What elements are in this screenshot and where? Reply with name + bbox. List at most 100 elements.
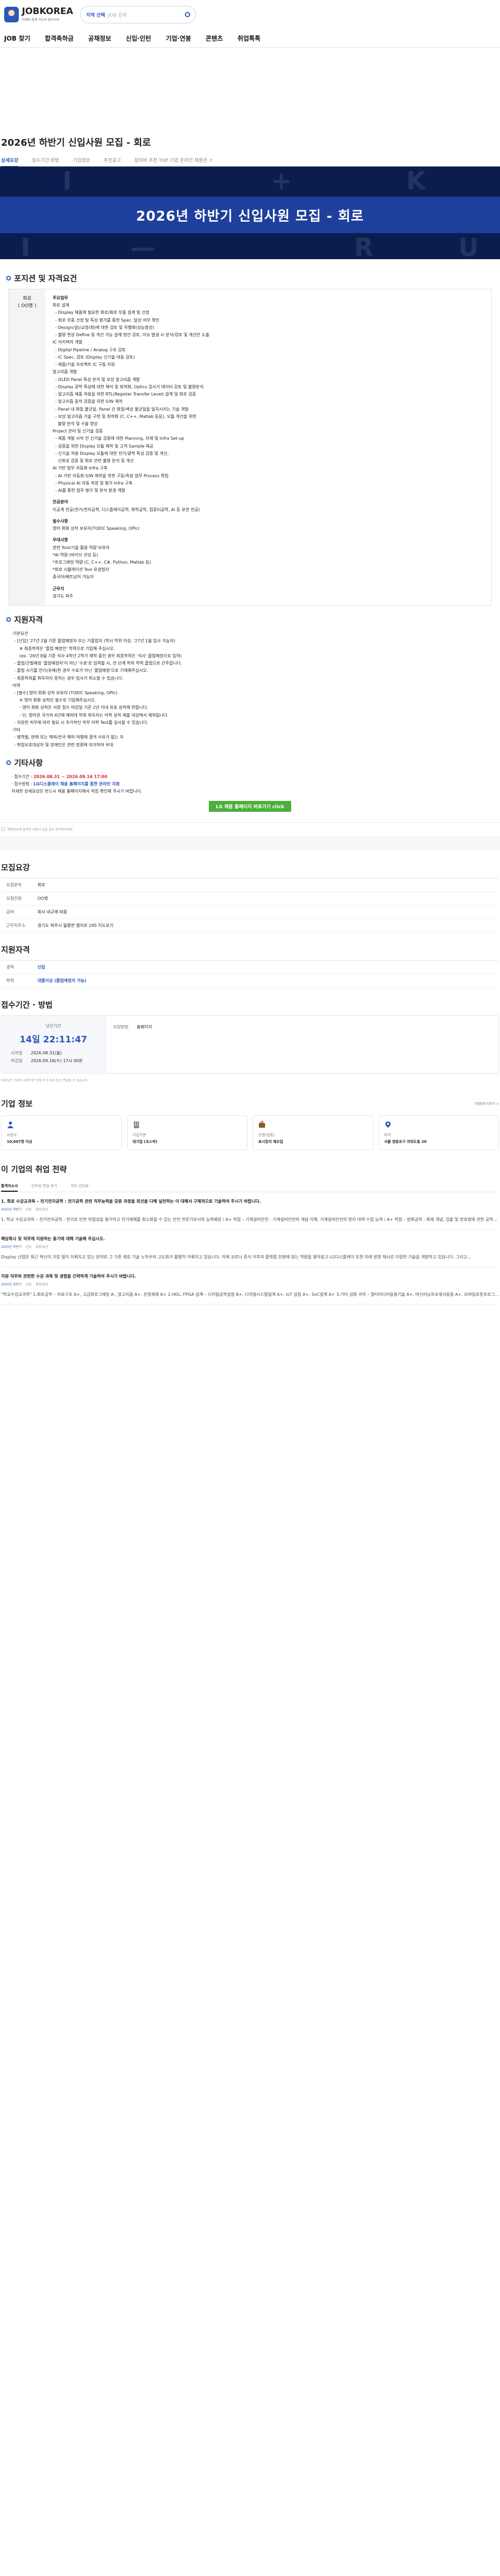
list-line: - Physical AI 자동 측정 및 평가 Infra 구축 xyxy=(53,480,133,486)
divider xyxy=(0,835,500,850)
brand-tagline: 미래와 함께 하우리 잡코리아 xyxy=(22,18,59,22)
nav-item[interactable]: 기업·연봉 xyxy=(166,34,191,43)
list-line: (ex. '26년 8월 기준 석사 4학년 2학기 재학 중인 경우 최종학력… xyxy=(11,653,182,658)
nav-item[interactable]: JOB 찾기 xyxy=(4,34,30,43)
location-select[interactable]: 지역 선택 xyxy=(86,11,105,18)
required-text: 영어 회화 성적 보유자(TOEIC Speaking, OPIc) xyxy=(53,526,140,531)
list-line: - 알고리즘 제품 적용을 위한 RTL(Register Transfer L… xyxy=(53,392,196,397)
preferred-heading: 우대사항 xyxy=(53,538,68,543)
list-line: ※ 영어 회화 성적은 필수로 기입해주십시오. xyxy=(11,698,96,703)
apply-req-row: 경력 신입 xyxy=(1,961,499,974)
strategy-year: 2025년 상반기 xyxy=(1,1282,22,1286)
tab-essay[interactable]: 합격자소서 xyxy=(1,1183,18,1192)
start-date: 2026.08.31(월) xyxy=(31,1050,62,1055)
strategy-level: 신입 xyxy=(26,1282,32,1286)
list-line: - 제품/기술 프로젝트 IC 구동 지원 xyxy=(53,362,115,367)
list-line: - 회로 부품 선정 및 특성 평가를 통한 Spec. 달성 여부 확인 xyxy=(53,317,160,323)
period-box: 남은기간 14일 22:11:47 시작일 2026.08.31(월) 마감일 20… xyxy=(1,1015,499,1074)
nav-item[interactable]: 신입·인턴 xyxy=(126,34,151,43)
strategy-answer: "학교수강교과목" 1.회로공학 – 자료구조 A+, 고급회로그래밍 A-, … xyxy=(1,1292,499,1297)
strategy-meta: 2025년 상반기 신입 회로/유관 xyxy=(1,1282,499,1286)
header: JOBKOREA 미래와 함께 하우리 잡코리아 지역 선택 JOB 검색 xyxy=(0,0,500,29)
strategy-item[interactable]: 해당회사 및 직무에 지원하는 동기에 대해 기술해 주십시오. 2025년 하반… xyxy=(1,1230,499,1267)
apply-req-row: 학력 대졸이상 (졸업예정자 가능) xyxy=(1,974,499,988)
remaining-time: 14일 22:11:47 xyxy=(19,1034,88,1045)
search-input[interactable]: JOB 검색 xyxy=(108,11,182,18)
logo[interactable]: JOBKOREA 미래와 함께 하우리 잡코리아 xyxy=(4,7,73,22)
summary-table: 모집분야 회로 모집인원 OO명 급여 회사 내규에 따름 근무지주소 경기도 파주시 … xyxy=(1,877,499,933)
strategy-title: 이 기업의 취업 전략 xyxy=(1,1164,67,1174)
other-info: · 접수기간 : 2026.08.31 ~ 2026.09.16 17:00 ·… xyxy=(6,773,494,796)
section-heading-qualification: 지원자격 xyxy=(6,614,494,625)
strategy-type: 회로/유관 xyxy=(35,1282,48,1286)
list-line: - 지원한 직무에 따라 필요 시 추가적인 직무 어학 Test를 실시할 수… xyxy=(11,720,148,725)
page-title: 2026년 하반기 신입사원 모집 - 회로 xyxy=(1,137,151,148)
tab-company[interactable]: 기업정보 xyxy=(73,157,90,163)
list-line: - 제품 개발 시작 전 신기술 검증에 대한 Planning, 자재 및 I… xyxy=(53,436,184,441)
list-line: - 취업보호대상자 및 장애인은 관련 법령에 의거하여 우대 xyxy=(11,742,114,747)
qualification-list: ·기본요건 - [신입] '27년 2월 기준 졸업예정자 또는 기졸업자 (학… xyxy=(6,630,494,749)
tab-period[interactable]: 접수기간·방법 xyxy=(32,157,59,163)
list-line: - Display 제품에 필요한 회로/화로 부품 설계 및 선정 xyxy=(53,310,149,315)
deadline-tip: 마감일은 기업의 사정으로 인해 조기 마감 또는 변경될 수 있습니다. xyxy=(1,1078,89,1082)
brand-name: JOBKOREA xyxy=(22,6,73,17)
search-icon[interactable] xyxy=(185,12,191,17)
address-map-link[interactable]: 경기도 파주시 월롱면 엘지로 245 지도보기 xyxy=(38,923,499,928)
list-line: - 병역필, 면제 또는 해외/전국 해외 여행에 결격 사유가 없는 자 xyxy=(11,735,124,740)
tab-interview[interactable]: 인적성·면접 후기 xyxy=(31,1183,57,1192)
strategy-type: 회로/유관 xyxy=(35,1207,48,1212)
major-heading: 전공분야 xyxy=(53,500,68,505)
other-note: 자세한 상세요강은 반드시 채용 홈페이지에서 직접 확인해 주시기 바랍니다. xyxy=(11,789,143,794)
nav-item[interactable]: 콘텐츠 xyxy=(206,34,223,43)
preferred-list: 관련 Tool/기술 활용 역량 보유자 *AI 역량 (바이브 코딩 등) *프로… xyxy=(53,544,484,581)
company-card: 위치 서울 영등포구 여의도동 20 xyxy=(378,1115,499,1150)
nav-item[interactable]: 합격축하금 xyxy=(45,34,73,43)
banner-decoration: — xyxy=(130,233,155,259)
pin-icon xyxy=(384,1121,392,1128)
strategy-item[interactable]: 1. 회로 수강교과목 – 전기전자공학 : 전기공학 관련 직무능력을 갖춘 … xyxy=(1,1192,499,1230)
list-line: 신뢰성 검증 및 회로 관련 불량 분석 및 개선 xyxy=(53,458,134,464)
company-more-link[interactable]: 기업정보 더보기 > xyxy=(474,1101,499,1106)
end-date: 2026.09.16(수) 17시 00분 xyxy=(31,1058,83,1063)
strategy-type: 회로/유관 xyxy=(35,1245,48,1249)
homepage-link-button[interactable]: LG 채용 홈페이지 바로가기 click xyxy=(209,800,291,812)
strategy-item[interactable]: 지원 직무와 관련한 수강 과목 및 경험을 간략하게 기술하여 주시기 바랍니… xyxy=(1,1267,499,1305)
bullet-icon xyxy=(6,617,11,622)
list-line: 회로 설계 xyxy=(53,303,69,308)
banner-bottom: I — R U xyxy=(0,233,500,259)
list-line: ·기본요건 xyxy=(11,631,28,636)
list-line: - 졸업/군필예정 '졸업예정자'이 아닌 '수료'로 입력할 시, 전 단계 … xyxy=(11,661,182,666)
search-bar[interactable]: 지역 선택 JOB 검색 xyxy=(80,6,196,23)
strategy-answer: Display 산업은 최근 혁신이 가장 많이 이뤄지고 있는 분야로 그 기… xyxy=(1,1254,471,1259)
list-line: - Digital Pipeline / Analog 구조 검토 xyxy=(53,347,126,352)
company-card: 사원수 10,007명 이상 xyxy=(1,1115,122,1150)
major-text: 이공계 전공(전기/전자공학, 디스플레이공학, 화학공학, 컴퓨터공학, AI… xyxy=(53,507,200,512)
apply-period: 2026.08.31 ~ 2026.09.16 17:00 xyxy=(33,774,108,779)
banner-decoration: I xyxy=(63,167,72,196)
period-left: 남은기간 14일 22:11:47 시작일 2026.08.31(월) 마감일 20… xyxy=(2,1015,106,1073)
nav-item[interactable]: 취업톡톡 xyxy=(238,34,260,43)
summary-row: 모집분야 회로 xyxy=(1,878,499,892)
tab-detail[interactable]: 상세요강 xyxy=(1,157,19,167)
section-heading-position: 포지션 및 자격요건 xyxy=(6,273,494,284)
list-line: - OLED Panel 특성 분석 및 보상 알고리즘 개발 xyxy=(53,377,140,382)
company-info-header: 기업 정보 기업정보 더보기 > xyxy=(1,1098,499,1109)
strategy-question[interactable]: 해당회사 및 직무에 지원하는 동기에 대해 기술해 주십시오. xyxy=(1,1236,499,1242)
list-line: - 영어 회화 성적은 서류 접수 마감일 기준 2년 이내 유효 성적에 한합… xyxy=(11,705,148,710)
apply-req-table: 경력 신입 학력 대졸이상 (졸업예정자 가능) xyxy=(1,960,499,988)
building-icon xyxy=(133,1121,140,1128)
banner-decoration: K xyxy=(406,167,426,196)
strategy-question[interactable]: 지원 직무와 관련한 수강 과목 및 경험을 간략하게 기술하여 주시기 바랍니… xyxy=(1,1273,499,1279)
tab-top-company[interactable]: 잡아바 추천 TOP 기업 온라인 채용관 ↗ xyxy=(134,157,213,163)
company-card: 기업구분 대기업 (코스피) xyxy=(127,1115,247,1150)
strategy-question[interactable]: 1. 회로 수강교과목 – 전기전자공학 : 전기공학 관련 직무능력을 갖춘 … xyxy=(1,1198,499,1204)
tab-recommend[interactable]: 추천공고 xyxy=(104,157,121,163)
list-line: AI 기반 업무 자동화 Infra 구축 xyxy=(53,466,108,471)
people-icon xyxy=(7,1121,14,1128)
list-line: - 졸업 시기를 연기(유예)한 경우 수료가 아닌 '졸업예정'으로 기재해주… xyxy=(11,668,148,673)
job-detail-body: 포지션 및 자격요건 회로 ( OO명 ) 주요업무 회로 설계 - Displ… xyxy=(0,259,500,822)
nav-item[interactable]: 공채정보 xyxy=(88,34,111,43)
list-line: - AI를 통한 업무 평가 및 분석 환경 개발 xyxy=(53,488,126,493)
strategy-list: 1. 회로 수강교과목 – 전기전자공학 : 전기공학 관련 직무능력을 갖춘 … xyxy=(0,1192,500,1305)
tab-job-interview[interactable]: 직무 인터뷰 xyxy=(71,1183,89,1192)
